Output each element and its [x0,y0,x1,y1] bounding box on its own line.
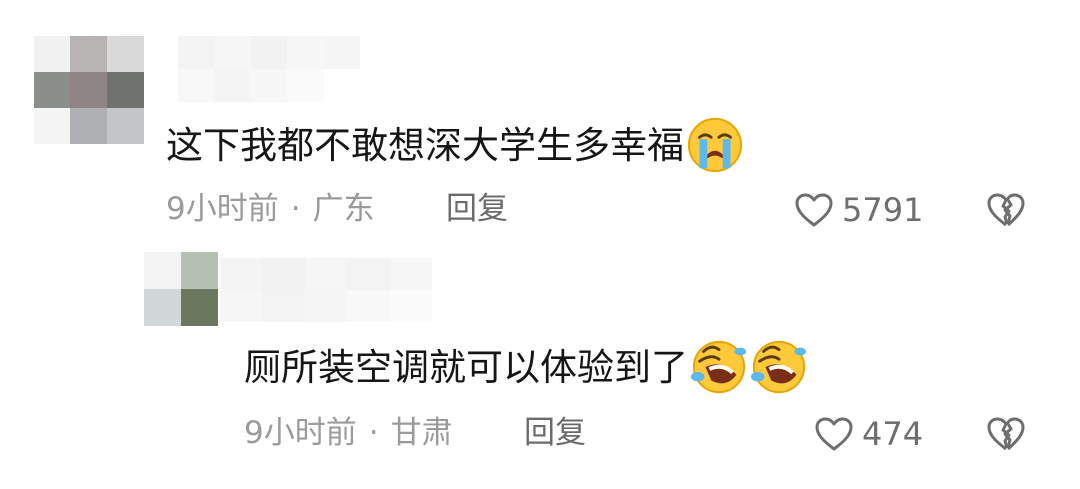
username-blurred[interactable] [220,258,432,322]
reply-button[interactable]: 回复 [446,194,508,225]
comment-time: 9小时前 [244,415,357,451]
crying-face-icon [687,117,743,173]
avatar[interactable] [144,252,218,326]
comment-meta: 9小时前 · 广东 [166,194,375,225]
comment-location: 甘肃 [390,415,453,451]
like-count: 5791 [842,191,924,229]
like-count: 474 [862,415,924,453]
comment-meta: 9小时前 · 甘肃 [244,418,453,449]
comment-text: 厕所装空调就可以体验到了 [244,338,808,396]
reply-button[interactable]: 回复 [524,418,586,449]
comment-time: 9小时前 [166,191,279,227]
broken-heart-icon[interactable] [986,416,1026,452]
separator-dot: · [290,191,301,227]
avatar[interactable] [34,36,144,144]
heart-icon[interactable] [794,192,834,228]
comment-text-content: 厕所装空调就可以体验到了 [244,345,688,389]
comment-text: 这下我都不敢想深大学生多幸福 [166,116,744,174]
broken-heart-icon[interactable] [986,192,1026,228]
comment-location: 广东 [312,191,375,227]
username-blurred[interactable] [178,36,360,102]
separator-dot: · [368,415,379,451]
rolling-laughing-face-icon [690,340,747,394]
comment-text-content: 这下我都不敢想深大学生多幸福 [166,123,684,167]
heart-icon[interactable] [814,416,854,452]
rolling-laughing-face-icon [750,340,807,394]
